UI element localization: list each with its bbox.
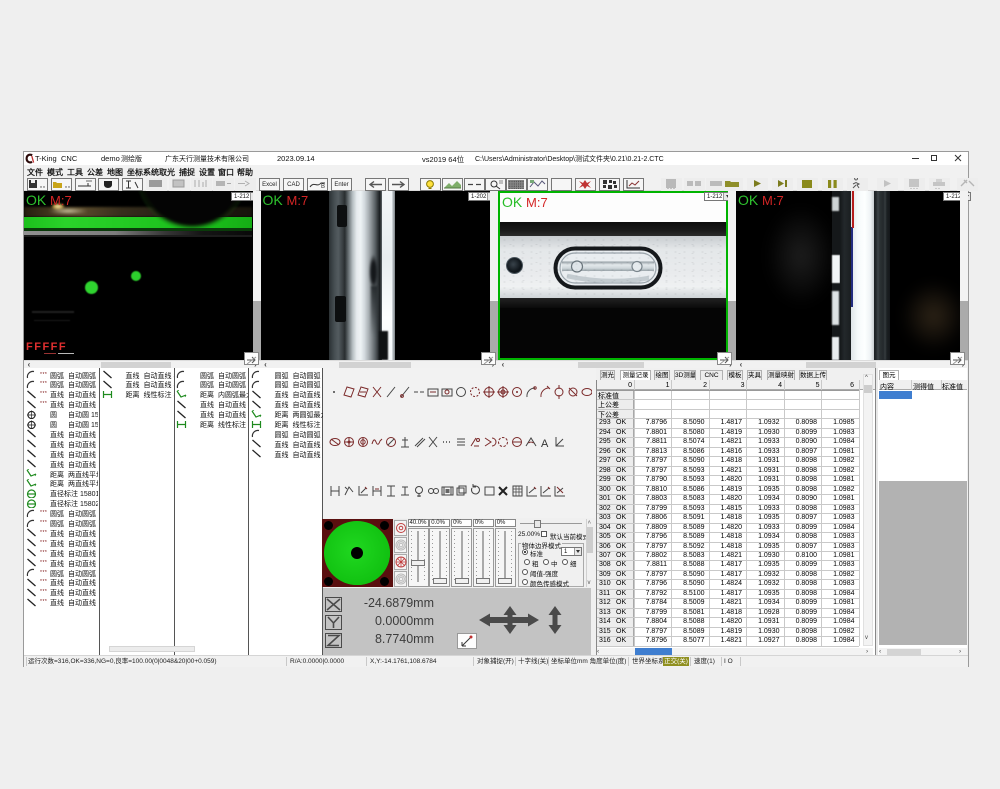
- svg-text:A: A: [541, 438, 549, 450]
- svg-text:B: B: [321, 184, 325, 190]
